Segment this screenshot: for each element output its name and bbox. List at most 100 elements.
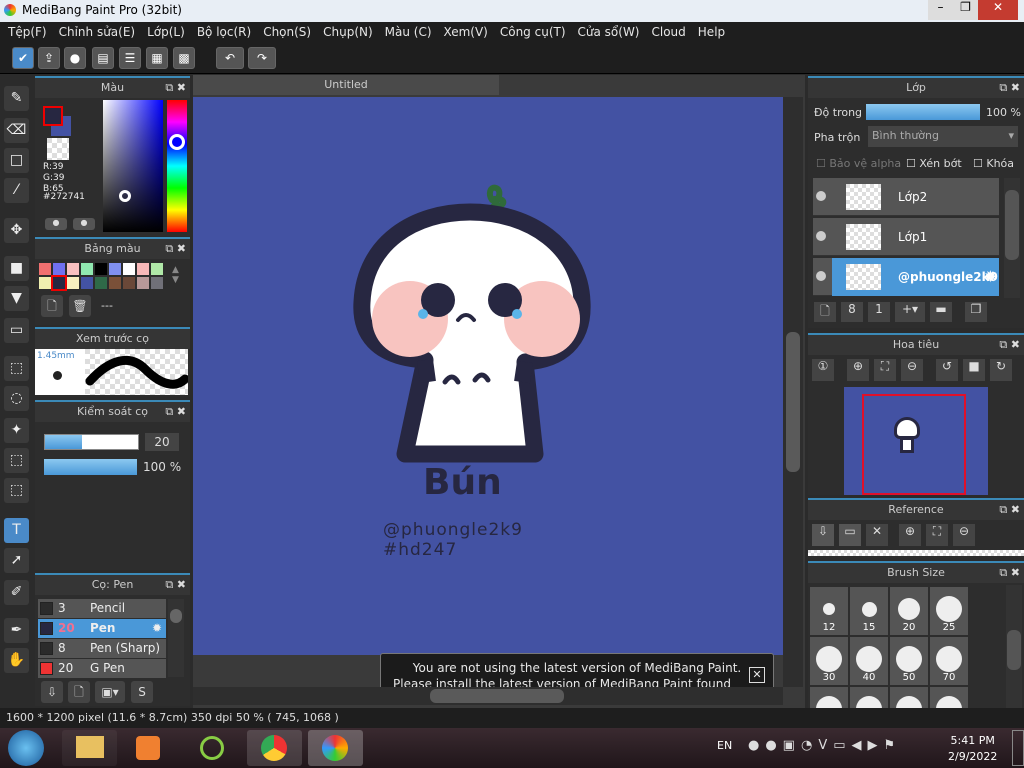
brush-item[interactable]: 8 Pen (Sharp)	[38, 639, 166, 658]
brush-size-cell[interactable]: 30	[810, 637, 848, 685]
palette-swatch[interactable]	[151, 277, 163, 289]
float-close-icon[interactable]: ⧉ ✖	[165, 575, 186, 594]
show-desktop-button[interactable]	[1012, 730, 1024, 766]
palette-swatch[interactable]	[67, 277, 79, 289]
new-layer-icon[interactable]: 🗋	[814, 302, 836, 322]
move-tool-icon[interactable]: ✥	[4, 218, 29, 243]
menu-layer[interactable]: Lớp(L)	[143, 22, 193, 44]
zoom-out-icon[interactable]: ⊖	[901, 359, 923, 381]
brush-size-cell[interactable]: 15	[850, 587, 888, 635]
file-explorer-icon[interactable]	[62, 730, 117, 766]
foreground-color-swatch[interactable]	[43, 106, 63, 126]
menu-help[interactable]: Help	[694, 22, 733, 44]
comment-icon[interactable]: ▤	[92, 47, 114, 69]
duplicate-layer-icon[interactable]: ❐	[965, 302, 987, 322]
brush-size-cell[interactable]	[890, 687, 928, 708]
brush-size-cell[interactable]	[930, 687, 968, 708]
gradient-tool-icon[interactable]: ▭	[4, 318, 29, 343]
eyedropper-icon[interactable]: ✒	[4, 618, 29, 643]
folder-icon[interactable]: ▬	[930, 302, 952, 322]
brush-size-cell[interactable]: 20	[890, 587, 928, 635]
hue-cursor[interactable]	[169, 134, 185, 150]
tab-untitled[interactable]: Untitled	[193, 75, 499, 95]
new-brush-icon[interactable]: 🗋	[68, 681, 90, 703]
layer-row[interactable]: Lớp1	[813, 218, 999, 256]
clock[interactable]: 5:41 PM 2/9/2022	[948, 733, 997, 765]
undo-button[interactable]: ↶	[216, 47, 244, 69]
canvas[interactable]: Bún @phuongle2k9 #hd247 You are not usin…	[193, 97, 783, 707]
open-folder-icon[interactable]: ▭	[839, 524, 861, 546]
8bit-layer-icon[interactable]: 8	[841, 302, 863, 322]
brush-size-cell[interactable]: 70	[930, 637, 968, 685]
layer-row[interactable]: @phuongle2k9 ✹	[813, 258, 999, 296]
cloud-check-icon[interactable]: ✔	[12, 47, 34, 69]
float-close-icon[interactable]: ⧉ ✖	[165, 239, 186, 258]
minimize-button[interactable]: –	[928, 0, 953, 20]
float-close-icon[interactable]: ⧉ ✖	[165, 78, 186, 97]
language-indicator[interactable]: EN	[717, 739, 732, 752]
brush-size-cell[interactable]: 50	[890, 637, 928, 685]
add-brush-dropdown-icon[interactable]: ▣▾	[95, 681, 125, 703]
lock-checkbox[interactable]: ☐ Khóa	[973, 157, 1014, 170]
layer-scrollbar[interactable]	[1004, 178, 1020, 298]
visibility-icon[interactable]	[816, 271, 826, 281]
float-close-icon[interactable]: ⧉ ✖	[999, 500, 1020, 519]
horizontal-scrollbar[interactable]	[193, 687, 783, 705]
layer-row[interactable]: Lớp2	[813, 178, 999, 216]
chrome-icon[interactable]	[247, 730, 302, 766]
select-tool-icon[interactable]: ⬚	[4, 356, 29, 381]
color-picker-icon[interactable]: ●	[73, 218, 95, 230]
cloud-download-icon[interactable]: ⇩	[41, 681, 63, 703]
select-eraser-icon[interactable]: ⬚	[4, 478, 29, 503]
brush-size-scrollbar[interactable]	[1006, 585, 1022, 708]
clip-checkbox[interactable]: ☐ Xén bớt	[906, 157, 962, 170]
palette-swatch[interactable]	[123, 277, 135, 289]
tray-icons[interactable]: ●●▣◔V▭◀▶⚑	[748, 738, 901, 753]
float-close-icon[interactable]: ⧉ ✖	[999, 335, 1020, 354]
palette-icon[interactable]: ●	[45, 218, 67, 230]
zoom-in-icon[interactable]: ⊕	[847, 359, 869, 381]
rectangle-tool-icon[interactable]: □	[4, 148, 29, 173]
palette-swatch[interactable]	[137, 263, 149, 275]
blend-mode-select[interactable]: Bình thường ▾	[868, 126, 1018, 147]
menu-select[interactable]: Chọn(S)	[259, 22, 319, 44]
hand-tool-icon[interactable]: ✋	[4, 648, 29, 673]
menu-cloud[interactable]: Cloud	[648, 22, 694, 44]
new-palette-icon[interactable]: 🗋	[41, 295, 63, 317]
rotate-left-icon[interactable]: ↺	[936, 359, 958, 381]
menu-tools[interactable]: Công cụ(T)	[496, 22, 574, 44]
text-tool-icon[interactable]: T	[4, 518, 29, 543]
close-button[interactable]: ✕	[978, 0, 1018, 20]
palette-swatch[interactable]	[81, 263, 93, 275]
magic-wand-icon[interactable]: ✦	[4, 418, 29, 443]
brush-settings-icon[interactable]: S	[131, 681, 153, 703]
edit-grid-icon[interactable]: ▩	[173, 47, 195, 69]
visibility-icon[interactable]	[816, 191, 826, 201]
transparent-swatch[interactable]	[47, 138, 69, 160]
brush-size-cell[interactable]: 25	[930, 587, 968, 635]
close-notice-icon[interactable]: ✕	[749, 667, 765, 683]
saturation-value-field[interactable]	[103, 100, 163, 232]
palette-swatch[interactable]	[109, 263, 121, 275]
protect-alpha-checkbox[interactable]: ☐ Bảo vệ alpha	[816, 157, 901, 170]
select-pen-icon[interactable]: ⬚	[4, 448, 29, 473]
brush-item[interactable]: 20 Pen ✹	[38, 619, 166, 638]
trash-icon[interactable]: 🗑	[69, 295, 91, 317]
sv-cursor[interactable]	[119, 190, 131, 202]
media-player-icon[interactable]	[120, 730, 175, 766]
maximize-button[interactable]: ❐	[953, 0, 978, 20]
menu-view[interactable]: Xem(V)	[440, 22, 496, 44]
vertical-scrollbar[interactable]	[783, 97, 803, 687]
brush-size-cell[interactable]	[850, 687, 888, 708]
eraser-tool-icon[interactable]: ⌫	[4, 118, 29, 143]
brush-opacity-slider[interactable]	[44, 459, 137, 475]
1bit-layer-icon[interactable]: 1	[868, 302, 890, 322]
gear-icon[interactable]: ✹	[152, 619, 162, 638]
divide-tool-icon[interactable]: ✐	[4, 580, 29, 605]
app-icon[interactable]	[184, 730, 239, 766]
gear-icon[interactable]: ✹	[984, 267, 997, 286]
layer-opacity-slider[interactable]	[866, 104, 980, 120]
brush-size-slider[interactable]	[44, 434, 139, 450]
lasso-tool-icon[interactable]: ◌	[4, 386, 29, 411]
menu-file[interactable]: Tệp(F)	[4, 22, 55, 44]
